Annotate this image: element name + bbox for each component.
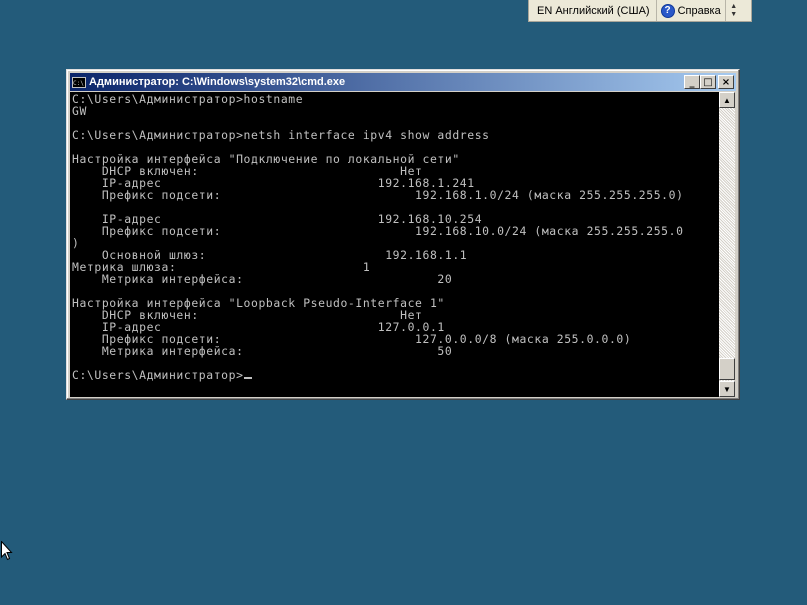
scroll-up-button[interactable]: ▲: [719, 92, 735, 108]
chevron-up-icon: ▲: [730, 2, 738, 10]
maximize-icon: □: [703, 76, 713, 88]
language-bar: EN Английский (США) ? Справка ▲ ▼: [528, 0, 752, 22]
console-line: C:\Users\Администратор>hostname: [72, 92, 304, 106]
console-output[interactable]: C:\Users\Администратор>hostname GW C:\Us…: [70, 92, 719, 397]
input-language-label: EN Английский (США): [537, 4, 650, 17]
window-titlebar[interactable]: C:\ Администратор: C:\Windows\system32\c…: [70, 73, 736, 91]
text-cursor: [243, 369, 252, 379]
minimize-icon: _: [689, 76, 695, 88]
cmd-icon[interactable]: C:\: [72, 76, 86, 88]
console-line: C:\Users\Администратор>: [72, 368, 244, 382]
close-button[interactable]: ×: [718, 75, 734, 89]
console-line: Префикс подсети: 192.168.10.0/24 (маска …: [72, 224, 684, 238]
scroll-down-button[interactable]: ▼: [719, 381, 735, 397]
maximize-button[interactable]: □: [700, 75, 716, 89]
window-title: Администратор: C:\Windows\system32\cmd.e…: [89, 76, 346, 88]
help-icon: ?: [660, 3, 675, 18]
help-button[interactable]: ? Справка: [657, 0, 726, 21]
chevron-down-icon: ▼: [730, 10, 738, 18]
arrow-down-icon: ▼: [723, 384, 731, 394]
console-line: Метрика интерфейса: 50: [72, 344, 453, 358]
minimize-button[interactable]: _: [684, 75, 700, 89]
console-text: C:\Users\Администратор>hostname GW C:\Us…: [70, 92, 719, 381]
console-line: GW: [72, 104, 87, 118]
arrow-up-icon: ▲: [723, 95, 731, 105]
console-line: Префикс подсети: 192.168.1.0/24 (маска 2…: [72, 188, 684, 202]
console-line: C:\Users\Администратор>netsh interface i…: [72, 128, 490, 142]
console-line: Метрика интерфейса: 20: [72, 272, 453, 286]
vertical-scrollbar[interactable]: ▲ ▼: [719, 92, 735, 397]
scrollbar-thumb[interactable]: [719, 358, 735, 380]
close-icon: ×: [721, 76, 731, 88]
help-label: Справка: [677, 4, 721, 17]
cmd-window: C:\ Администратор: C:\Windows\system32\c…: [66, 69, 740, 400]
mouse-pointer-icon: [1, 541, 13, 561]
langbar-options-button[interactable]: ▲ ▼: [726, 0, 742, 21]
input-language-button[interactable]: EN Английский (США): [529, 0, 657, 21]
